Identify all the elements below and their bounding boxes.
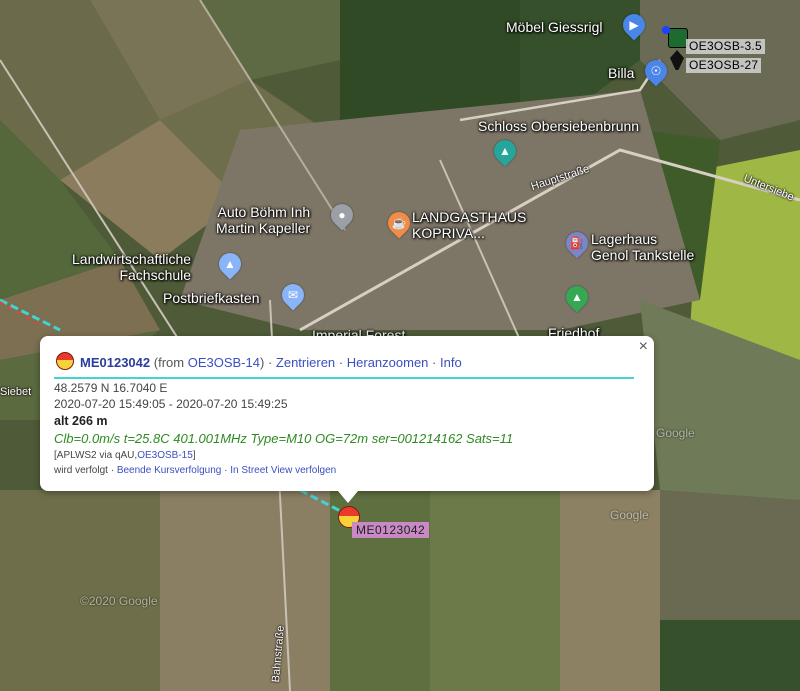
- sep-3: ·: [432, 355, 437, 370]
- poi-label-lagerhaus-text: Lagerhaus Genol Tankstelle: [591, 231, 695, 263]
- poi-label-autoboehm-text: Auto Böhm Inh Martin Kapeller: [216, 204, 311, 236]
- station-dot-icon: [662, 26, 670, 34]
- poi-label-autoboehm[interactable]: Auto Böhm Inh Martin Kapeller: [216, 204, 310, 236]
- from-prefix: (from: [153, 355, 188, 370]
- zoom-in-link[interactable]: Heranzoomen: [347, 355, 429, 370]
- place-icon[interactable]: ●: [326, 199, 358, 231]
- coordinates: 48.2579 N 16.7040 E: [54, 381, 168, 395]
- popup-callsign[interactable]: ME0123042: [80, 355, 150, 370]
- poi-label-fachschule-text: Landwirtschaftliche Fachschule: [72, 251, 192, 283]
- center-link[interactable]: Zentrieren: [276, 355, 335, 370]
- from-station-link[interactable]: OE3OSB-14: [188, 355, 260, 370]
- path-prefix: [APLWS2 via qAU,: [54, 450, 138, 461]
- balloon-icon-popup: [56, 352, 74, 370]
- track-callsign-tag[interactable]: ME0123042: [352, 522, 430, 538]
- close-icon[interactable]: ×: [639, 338, 648, 356]
- poi-label-landgasthaus[interactable]: LANDGASTHAUS KOPRIVA...: [412, 209, 526, 241]
- path-info: [APLWS2 via qAU,OE3OSB-15]: [54, 450, 196, 461]
- time-range: 2020-07-20 15:49:05 - 2020-07-20 15:49:2…: [54, 397, 288, 411]
- google-copyright-watermark: ©2020 Google: [80, 594, 158, 608]
- station-icon[interactable]: [668, 28, 688, 48]
- mail-icon[interactable]: ✉: [277, 279, 309, 311]
- sep-1: ·: [267, 355, 273, 370]
- shopping-bag-icon[interactable]: ▶: [618, 9, 650, 41]
- sep-4: ·: [110, 465, 115, 476]
- google-watermark: Google: [656, 426, 695, 440]
- poi-label-fachschule[interactable]: Landwirtschaftliche Fachschule: [72, 251, 191, 283]
- landmark-icon[interactable]: ▲: [489, 135, 521, 167]
- station-tag-2[interactable]: OE3OSB-27: [686, 58, 762, 73]
- street-siebet: Siebet: [0, 386, 32, 398]
- comment: Clb=0.0m/s t=25.8C 401.001MHz Type=M10 O…: [54, 431, 514, 446]
- poi-label-billa[interactable]: Billa: [608, 65, 634, 81]
- streetview-link[interactable]: In Street View verfolgen: [230, 465, 336, 476]
- stop-tracking-link[interactable]: Beende Kursverfolgung: [117, 465, 222, 476]
- tracked-label: wird verfolgt: [54, 465, 108, 476]
- sep-2: ·: [338, 355, 344, 370]
- restaurant-icon[interactable]: ☕: [383, 207, 415, 239]
- poi-label-schloss[interactable]: Schloss Obersiebenbrunn: [478, 118, 639, 134]
- from-suffix: ): [259, 355, 265, 370]
- poi-label-moebel[interactable]: Möbel Giessrigl: [506, 19, 602, 35]
- sep-5: ·: [224, 465, 228, 476]
- poi-label-lagerhaus[interactable]: Lagerhaus Genol Tankstelle: [591, 231, 694, 263]
- shopping-cart-icon[interactable]: ☉: [640, 55, 672, 87]
- info-popup: × ME0123042 (from OE3OSB-14) · Zentriere…: [40, 336, 654, 503]
- poi-label-landgasthaus-text: LANDGASTHAUS KOPRIVA...: [412, 209, 527, 241]
- popup-divider: [54, 377, 634, 379]
- school-icon[interactable]: ▲: [214, 248, 246, 280]
- popup-header: ME0123042 (from OE3OSB-14) · Zentrieren …: [56, 352, 462, 370]
- tree-icon[interactable]: ▲: [561, 281, 593, 313]
- fuel-icon[interactable]: ⛽: [561, 227, 593, 259]
- google-watermark-2: Google: [610, 508, 649, 522]
- path-station-link[interactable]: OE3OSB-15: [137, 450, 193, 461]
- station-tag-1[interactable]: OE3OSB-3.5: [686, 39, 766, 54]
- info-link[interactable]: Info: [440, 355, 462, 370]
- poi-label-postbrief[interactable]: Postbriefkasten: [163, 290, 260, 306]
- tracking-links: wird verfolgt · Beende Kursverfolgung · …: [54, 465, 336, 476]
- path-suffix: ]: [192, 450, 196, 461]
- altitude: alt 266 m: [54, 414, 108, 428]
